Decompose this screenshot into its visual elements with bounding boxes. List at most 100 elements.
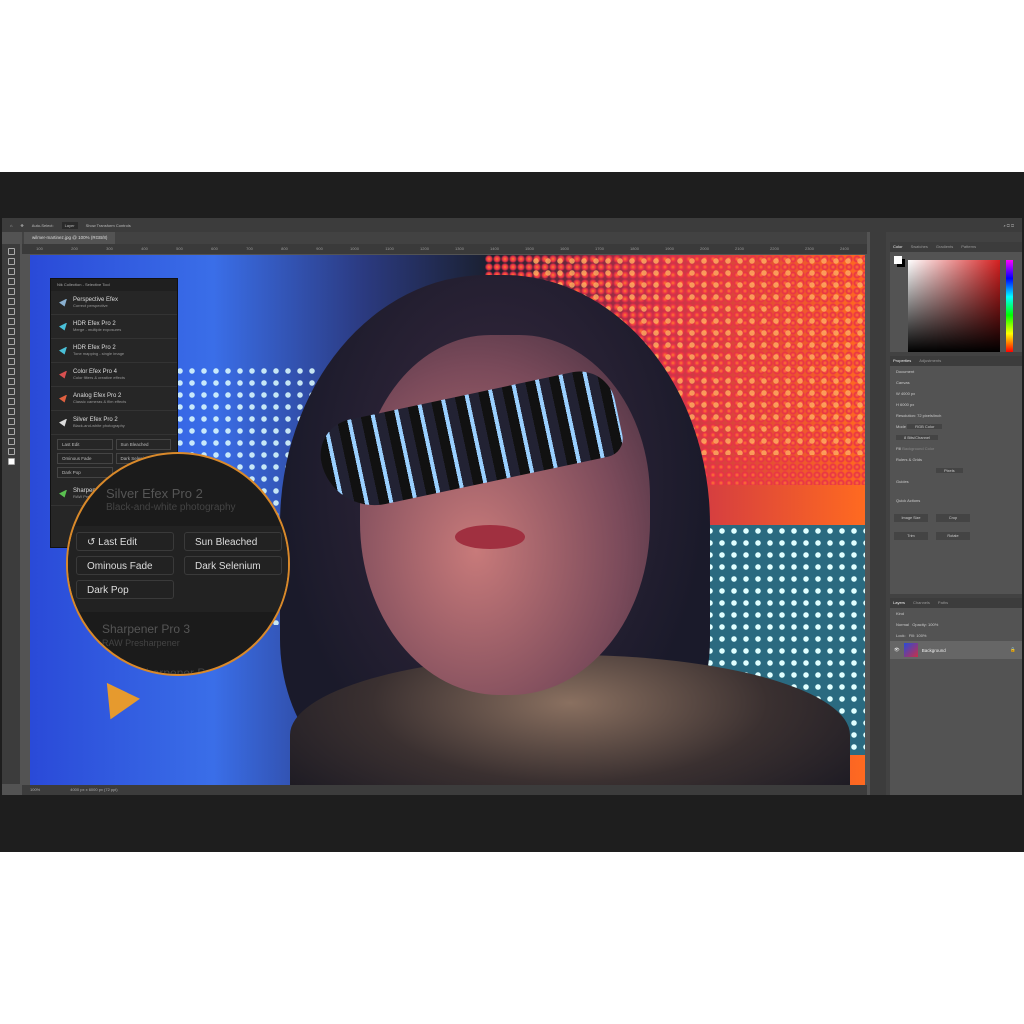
width-field[interactable]: 4000 px xyxy=(901,391,915,396)
mag-preset-dark-pop[interactable]: Dark Pop xyxy=(76,580,174,599)
mode-select[interactable]: RGB Color xyxy=(907,424,943,429)
crop-button[interactable]: Crop xyxy=(936,514,970,522)
subject-lips xyxy=(455,525,525,549)
eyedropper-tool[interactable] xyxy=(7,308,15,315)
eye-icon[interactable]: 👁 xyxy=(894,647,900,653)
opacity-field[interactable]: Opacity: 100% xyxy=(912,622,938,627)
nik-item[interactable]: HDR Efex Pro 2 Merge - multiple exposures xyxy=(51,315,177,339)
stamp-tool[interactable] xyxy=(7,338,15,345)
home-icon[interactable]: ⌂ xyxy=(10,223,12,228)
mag-preset-dark-selenium[interactable]: Dark Selenium xyxy=(184,556,282,575)
preset-ominous-fade[interactable]: Ominous Fade xyxy=(57,453,113,464)
image-size-button[interactable]: Image Size xyxy=(894,514,928,522)
hue-slider[interactable] xyxy=(1006,260,1013,352)
units-select[interactable]: Pixels xyxy=(936,468,963,473)
preset-last-edit[interactable]: Last Edit xyxy=(57,439,113,450)
nik-item[interactable]: Silver Efex Pro 2 Black-and-white photogr… xyxy=(51,411,177,435)
type-tool[interactable] xyxy=(7,408,15,415)
horizontal-ruler: 100 200 300 400 500 600 700 800 900 1000 1100 1200 1… xyxy=(22,244,867,254)
layer-select[interactable]: Layer xyxy=(61,221,78,229)
photoshop-window: ⌂ ✥ Auto-Select: Layer Show Transform Co… xyxy=(2,218,1022,795)
mag-preset-last-edit[interactable]: ↺ Last Edit xyxy=(76,532,174,551)
properties-panel: Properties Adjustments Document Canvas W … xyxy=(890,356,1022,594)
mag-subtitle: Black-and-white photography xyxy=(106,502,236,513)
panel-icons xyxy=(870,232,886,795)
dodge-tool[interactable] xyxy=(7,388,15,395)
trim-button[interactable]: Trim xyxy=(894,532,928,540)
tab-patterns[interactable]: Patterns xyxy=(961,242,976,252)
plugin-icon xyxy=(59,298,67,307)
layer-name[interactable]: Background xyxy=(922,648,946,653)
history-brush-tool[interactable] xyxy=(7,348,15,355)
hand-tool[interactable] xyxy=(7,438,15,445)
preset-dark-pop[interactable]: Dark Pop xyxy=(57,467,113,478)
move-tool[interactable] xyxy=(7,248,15,255)
plugin-icon xyxy=(59,489,67,498)
nik-item[interactable]: HDR Efex Pro 2 Tone mapping - single imag… xyxy=(51,339,177,363)
healing-tool[interactable] xyxy=(7,318,15,325)
document-tab[interactable]: wilmer-martinez.jpg @ 100% (RGB/8) xyxy=(24,232,116,244)
color-panel: Color Swatches Gradients Patterns xyxy=(890,242,1022,352)
blur-tool[interactable] xyxy=(7,378,15,385)
auto-select-checkbox[interactable]: Auto-Select: xyxy=(32,223,54,228)
magnifier-callout: Silver Efex Pro 2 Black-and-white photog… xyxy=(66,452,290,676)
tab-swatches[interactable]: Swatches xyxy=(911,242,928,252)
shape-tool[interactable] xyxy=(7,428,15,435)
plugin-icon xyxy=(59,418,67,427)
mag-preset-ominous-fade[interactable]: Ominous Fade xyxy=(76,556,174,575)
fill-select[interactable]: Background Color xyxy=(902,446,934,451)
tab-gradients[interactable]: Gradients xyxy=(936,242,953,252)
layer-thumbnail xyxy=(903,643,918,657)
marquee-tool[interactable] xyxy=(7,258,15,265)
tab-layers[interactable]: Layers xyxy=(893,598,905,608)
plugin-icon xyxy=(59,394,67,403)
fill-field[interactable]: Fill: 100% xyxy=(909,633,927,638)
depth-select[interactable]: 8 Bits/Channel xyxy=(896,435,939,440)
canvas-section[interactable]: Canvas xyxy=(890,377,1022,388)
rotate-button[interactable]: Rotate xyxy=(936,532,970,540)
options-bar: ⌂ ✥ Auto-Select: Layer Show Transform Co… xyxy=(2,218,1022,232)
search-icon[interactable]: ⌕ ▢ ▢ xyxy=(1003,223,1022,228)
magic-wand-tool[interactable] xyxy=(7,278,15,285)
transform-controls-checkbox[interactable]: Show Transform Controls xyxy=(86,223,131,228)
mag-next-title: Sharpener Pro 3 xyxy=(102,622,191,636)
status-bar: 100% 4000 px x 6000 px (72 ppi) xyxy=(22,785,867,795)
tab-adjustments[interactable]: Adjustments xyxy=(919,356,941,366)
foreground-color-swatch[interactable] xyxy=(7,458,15,465)
zoom-tool[interactable] xyxy=(7,448,15,455)
plugin-icon xyxy=(59,370,67,379)
lasso-tool[interactable] xyxy=(7,268,15,275)
zoom-level[interactable]: 100% xyxy=(30,785,40,795)
brush-tool[interactable] xyxy=(7,328,15,335)
nik-panel-title: Nik Collection - Selective Tool xyxy=(51,279,177,291)
toolbar xyxy=(2,244,20,784)
path-select-tool[interactable] xyxy=(7,418,15,425)
color-picker-field[interactable] xyxy=(908,260,1000,352)
rulers-grids-section[interactable]: Rulers & Grids xyxy=(890,454,1022,465)
tab-channels[interactable]: Channels xyxy=(913,598,930,608)
eraser-tool[interactable] xyxy=(7,358,15,365)
lock-icon: 🔒 xyxy=(1010,647,1016,652)
plugin-icon xyxy=(59,346,67,355)
move-tool-icon[interactable]: ✥ xyxy=(20,223,23,228)
nik-item[interactable]: Analog Efex Pro 2 Classic cameras & film … xyxy=(51,387,177,411)
nik-item[interactable]: Color Efex Pro 4 Color filters & creative… xyxy=(51,363,177,387)
layer-filter[interactable]: Kind xyxy=(890,608,1022,619)
crop-tool[interactable] xyxy=(7,288,15,295)
gradient-tool[interactable] xyxy=(7,368,15,375)
fg-bg-swatch[interactable] xyxy=(894,256,902,264)
preset-sun-bleached[interactable]: Sun Bleached xyxy=(115,439,171,450)
layer-row[interactable]: 👁 Background 🔒 xyxy=(890,641,1022,659)
tab-properties[interactable]: Properties xyxy=(893,356,911,366)
lock-label: Lock: xyxy=(896,633,906,638)
nik-item[interactable]: Perspective Efex Correct perspective xyxy=(51,291,177,315)
guides-section[interactable]: Guides xyxy=(890,476,1022,487)
height-field[interactable]: 6000 px xyxy=(900,402,914,407)
pen-tool[interactable] xyxy=(7,398,15,405)
mag-preset-sun-bleached[interactable]: Sun Bleached xyxy=(184,532,282,551)
quick-actions-section[interactable]: Quick Actions xyxy=(890,495,1022,506)
tab-color[interactable]: Color xyxy=(893,242,903,252)
frame-tool[interactable] xyxy=(7,298,15,305)
tab-paths[interactable]: Paths xyxy=(938,598,948,608)
blend-mode-select[interactable]: Normal xyxy=(896,622,909,627)
